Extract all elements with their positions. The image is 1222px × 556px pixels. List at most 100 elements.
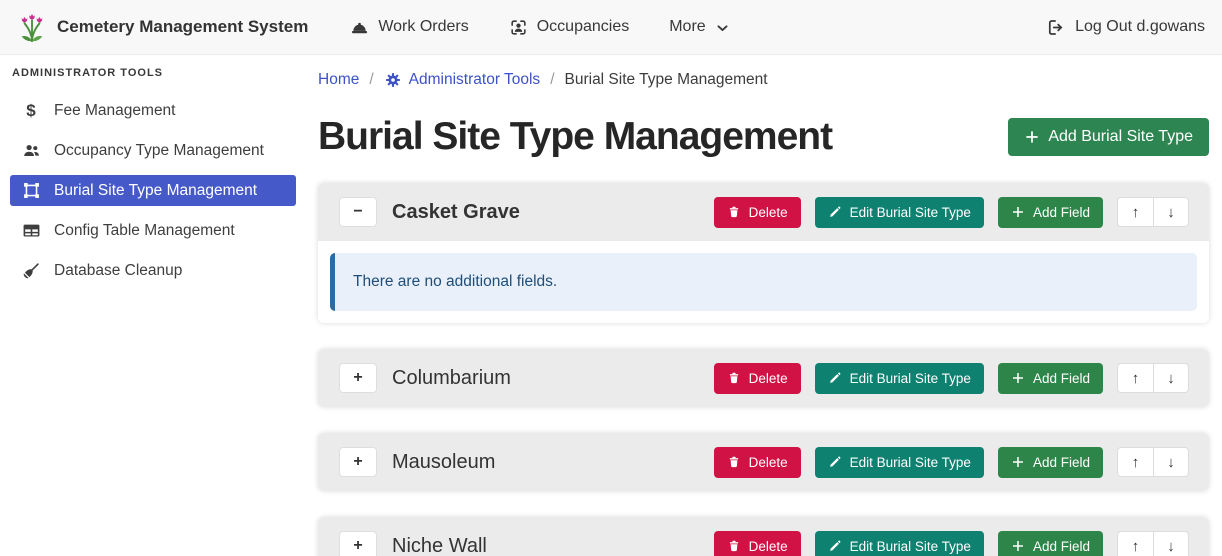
sidebar-item-burial-site-type-management[interactable]: Burial Site Type Management bbox=[10, 175, 296, 206]
add-field-button[interactable]: Add Field bbox=[998, 447, 1103, 478]
breadcrumb-item-burial-site-type-management: Burial Site Type Management bbox=[565, 71, 768, 89]
panel-actions: Delete Edit Burial Site Type Add Field ↑… bbox=[714, 447, 1189, 478]
plus-icon bbox=[1011, 205, 1025, 219]
logout-icon bbox=[1046, 18, 1065, 37]
panel-header: − Casket Grave Delete Edit Burial Site T… bbox=[318, 183, 1209, 241]
panel-body: There are no additional fields. bbox=[318, 241, 1209, 323]
move-down-button[interactable]: ↓ bbox=[1153, 197, 1189, 227]
plus-icon bbox=[1011, 455, 1025, 469]
panel-title: Casket Grave bbox=[392, 201, 714, 224]
sidebar-item-occupancy-type-management[interactable]: Occupancy Type Management bbox=[10, 135, 296, 166]
expand-collapse-button[interactable]: + bbox=[339, 447, 377, 477]
add-burial-site-type-label: Add Burial Site Type bbox=[1048, 128, 1193, 146]
add-burial-site-type-button[interactable]: Add Burial Site Type bbox=[1008, 118, 1209, 156]
panel-header: + Niche Wall Delete Edit Burial Site Typ… bbox=[318, 517, 1209, 556]
panel-header: + Mausoleum Delete Edit Burial Site Type… bbox=[318, 433, 1209, 491]
breadcrumb-item-label: Home bbox=[318, 71, 359, 89]
sidebar: Administrator Tools $ Fee Management Occ… bbox=[0, 55, 300, 556]
nav-item-label: Work Orders bbox=[378, 18, 468, 36]
delete-button[interactable]: Delete bbox=[714, 197, 801, 228]
sidebar-item-config-table-management[interactable]: Config Table Management bbox=[10, 215, 296, 246]
vector-square-icon bbox=[21, 181, 41, 201]
add-field-button[interactable]: Add Field bbox=[998, 531, 1103, 556]
logout-button[interactable]: Log Out d.gowans bbox=[1046, 18, 1205, 37]
edit-burial-site-type-button[interactable]: Edit Burial Site Type bbox=[815, 447, 984, 478]
move-up-button[interactable]: ↑ bbox=[1117, 197, 1153, 227]
no-fields-message: There are no additional fields. bbox=[353, 273, 557, 290]
breadcrumb-separator: / bbox=[369, 71, 373, 89]
panel-casket-grave: − Casket Grave Delete Edit Burial Site T… bbox=[318, 183, 1209, 323]
plus-icon bbox=[1024, 129, 1040, 145]
move-down-button[interactable]: ↓ bbox=[1153, 363, 1189, 393]
breadcrumb-item-administrator-tools[interactable]: Administrator Tools bbox=[384, 71, 541, 89]
move-up-button[interactable]: ↑ bbox=[1117, 363, 1153, 393]
app-brand[interactable]: Cemetery Management System bbox=[17, 11, 308, 43]
sidebar-item-label: Occupancy Type Management bbox=[54, 142, 264, 160]
breadcrumb: Home/Administrator Tools/Burial Site Typ… bbox=[318, 71, 1209, 89]
expand-collapse-button[interactable]: + bbox=[339, 531, 377, 556]
no-fields-alert: There are no additional fields. bbox=[330, 253, 1197, 311]
trash-icon bbox=[727, 539, 741, 553]
sidebar-item-fee-management[interactable]: $ Fee Management bbox=[10, 95, 296, 126]
panel-mausoleum: + Mausoleum Delete Edit Burial Site Type… bbox=[318, 433, 1209, 491]
panel-actions: Delete Edit Burial Site Type Add Field ↑… bbox=[714, 363, 1189, 394]
frame-person-icon bbox=[509, 18, 528, 37]
logout-label: Log Out d.gowans bbox=[1075, 18, 1205, 36]
reorder-button-group: ↑ ↓ bbox=[1117, 447, 1189, 477]
panel-actions: Delete Edit Burial Site Type Add Field ↑… bbox=[714, 531, 1189, 556]
plus-icon bbox=[1011, 539, 1025, 553]
edit-burial-site-type-button[interactable]: Edit Burial Site Type bbox=[815, 197, 984, 228]
reorder-button-group: ↑ ↓ bbox=[1117, 197, 1189, 227]
expand-collapse-button[interactable]: − bbox=[339, 197, 377, 227]
sidebar-item-label: Fee Management bbox=[54, 102, 176, 120]
nav-item-work-orders[interactable]: Work Orders bbox=[350, 18, 468, 37]
dollar-icon: $ bbox=[21, 101, 41, 121]
reorder-button-group: ↑ ↓ bbox=[1117, 363, 1189, 393]
sidebar-item-database-cleanup[interactable]: Database Cleanup bbox=[10, 255, 296, 286]
breadcrumb-item-home[interactable]: Home bbox=[318, 71, 359, 89]
nav-item-occupancies[interactable]: Occupancies bbox=[509, 18, 630, 37]
main-nav: Work Orders Occupancies More bbox=[350, 18, 729, 37]
top-navbar: Cemetery Management System Work Orders O… bbox=[0, 0, 1222, 55]
panel-header: + Columbarium Delete Edit Burial Site Ty… bbox=[318, 349, 1209, 407]
breadcrumb-item-label: Administrator Tools bbox=[409, 71, 541, 89]
trash-icon bbox=[727, 205, 741, 219]
move-up-button[interactable]: ↑ bbox=[1117, 447, 1153, 477]
burial-site-type-list: − Casket Grave Delete Edit Burial Site T… bbox=[318, 183, 1209, 556]
panel-columbarium: + Columbarium Delete Edit Burial Site Ty… bbox=[318, 349, 1209, 407]
plus-icon bbox=[1011, 371, 1025, 385]
pencil-icon bbox=[828, 539, 842, 553]
page-title: Burial Site Type Management bbox=[318, 115, 832, 159]
panel-actions: Delete Edit Burial Site Type Add Field ↑… bbox=[714, 197, 1189, 228]
expand-collapse-button[interactable]: + bbox=[339, 363, 377, 393]
edit-burial-site-type-button[interactable]: Edit Burial Site Type bbox=[815, 531, 984, 556]
panel-title: Columbarium bbox=[392, 367, 714, 390]
broom-icon bbox=[21, 261, 41, 281]
move-down-button[interactable]: ↓ bbox=[1153, 531, 1189, 556]
edit-burial-site-type-button[interactable]: Edit Burial Site Type bbox=[815, 363, 984, 394]
panel-title: Niche Wall bbox=[392, 535, 714, 556]
sidebar-item-label: Config Table Management bbox=[54, 222, 235, 240]
trash-icon bbox=[727, 455, 741, 469]
chevron-down-icon bbox=[715, 21, 730, 36]
panel-niche-wall: + Niche Wall Delete Edit Burial Site Typ… bbox=[318, 517, 1209, 556]
main-content: Home/Administrator Tools/Burial Site Typ… bbox=[300, 55, 1222, 556]
app-title: Cemetery Management System bbox=[57, 17, 308, 37]
sidebar-item-label: Database Cleanup bbox=[54, 262, 182, 280]
reorder-button-group: ↑ ↓ bbox=[1117, 531, 1189, 556]
delete-button[interactable]: Delete bbox=[714, 531, 801, 556]
sidebar-item-label: Burial Site Type Management bbox=[54, 182, 257, 200]
add-field-button[interactable]: Add Field bbox=[998, 363, 1103, 394]
nav-item-more[interactable]: More bbox=[669, 18, 729, 36]
sidebar-heading: Administrator Tools bbox=[0, 67, 300, 79]
pencil-icon bbox=[828, 371, 842, 385]
hardhat-icon bbox=[350, 18, 369, 37]
delete-button[interactable]: Delete bbox=[714, 363, 801, 394]
delete-button[interactable]: Delete bbox=[714, 447, 801, 478]
nav-item-label: More bbox=[669, 18, 705, 36]
pencil-icon bbox=[828, 455, 842, 469]
move-down-button[interactable]: ↓ bbox=[1153, 447, 1189, 477]
add-field-button[interactable]: Add Field bbox=[998, 197, 1103, 228]
nav-item-label: Occupancies bbox=[537, 18, 630, 36]
move-up-button[interactable]: ↑ bbox=[1117, 531, 1153, 556]
